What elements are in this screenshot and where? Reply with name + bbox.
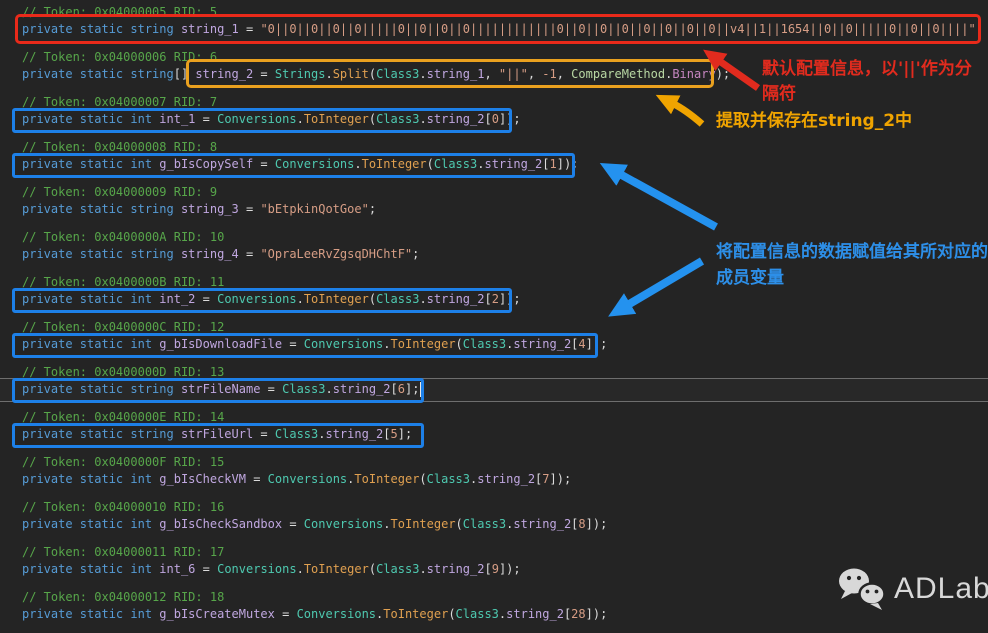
code-block: // Token: 0x04000005 RID: 5private stati… [22, 5, 983, 50]
code-line[interactable]: private static int g_bIsCheckSandbox = C… [22, 517, 983, 532]
watermark: ADLab [836, 565, 988, 613]
code-block: // Token: 0x0400000E RID: 14private stat… [22, 410, 983, 455]
code-line[interactable]: private static string strFileUrl = Class… [22, 427, 983, 442]
code-comment: // Token: 0x04000005 RID: 5 [22, 5, 983, 22]
code-line[interactable]: private static int g_bIsCopySelf = Conve… [22, 157, 983, 172]
code-block: // Token: 0x0400000F RID: 15private stat… [22, 455, 983, 500]
code-comment: // Token: 0x04000008 RID: 8 [22, 140, 983, 157]
code-block: // Token: 0x04000010 RID: 16private stat… [22, 500, 983, 545]
code-line[interactable]: private static int g_bIsCheckVM = Conver… [22, 472, 983, 487]
code-comment: // Token: 0x0400000F RID: 15 [22, 455, 983, 472]
text-caret [420, 382, 421, 397]
code-block: // Token: 0x04000008 RID: 8private stati… [22, 140, 983, 185]
code-comment: // Token: 0x0400000D RID: 13 [22, 365, 983, 382]
code-line[interactable]: private static string strFileName = Clas… [22, 382, 983, 397]
code-block: // Token: 0x0400000C RID: 12private stat… [22, 320, 983, 365]
annotation-extract-save: 提取并保存在string_2中 [716, 106, 912, 131]
watermark-label: ADLab [894, 572, 988, 606]
code-line[interactable]: private static string string_3 = "bEtpki… [22, 202, 983, 217]
decompiler-code-view: // Token: 0x04000005 RID: 5private stati… [0, 0, 988, 633]
code-line[interactable]: private static int g_bIsDownloadFile = C… [22, 337, 983, 352]
code-comment: // Token: 0x04000011 RID: 17 [22, 545, 983, 562]
annotation-default-config: 默认配置信息，以'||'作为分隔符 [762, 54, 988, 104]
code-comment: // Token: 0x0400000E RID: 14 [22, 410, 983, 427]
code-block: // Token: 0x0400000D RID: 13private stat… [22, 365, 983, 410]
code-line[interactable]: private static int int_2 = Conversions.T… [22, 292, 983, 307]
code-line[interactable]: private static string string_1 = "0||0||… [22, 22, 983, 37]
annotation-assign-members: 将配置信息的数据赋值给其所对应的 成员变量 [716, 239, 988, 291]
wechat-icon [836, 565, 888, 613]
code-block: // Token: 0x04000009 RID: 9private stati… [22, 185, 983, 230]
code-comment: // Token: 0x0400000C RID: 12 [22, 320, 983, 337]
code-comment: // Token: 0x04000010 RID: 16 [22, 500, 983, 517]
code-comment: // Token: 0x04000009 RID: 9 [22, 185, 983, 202]
